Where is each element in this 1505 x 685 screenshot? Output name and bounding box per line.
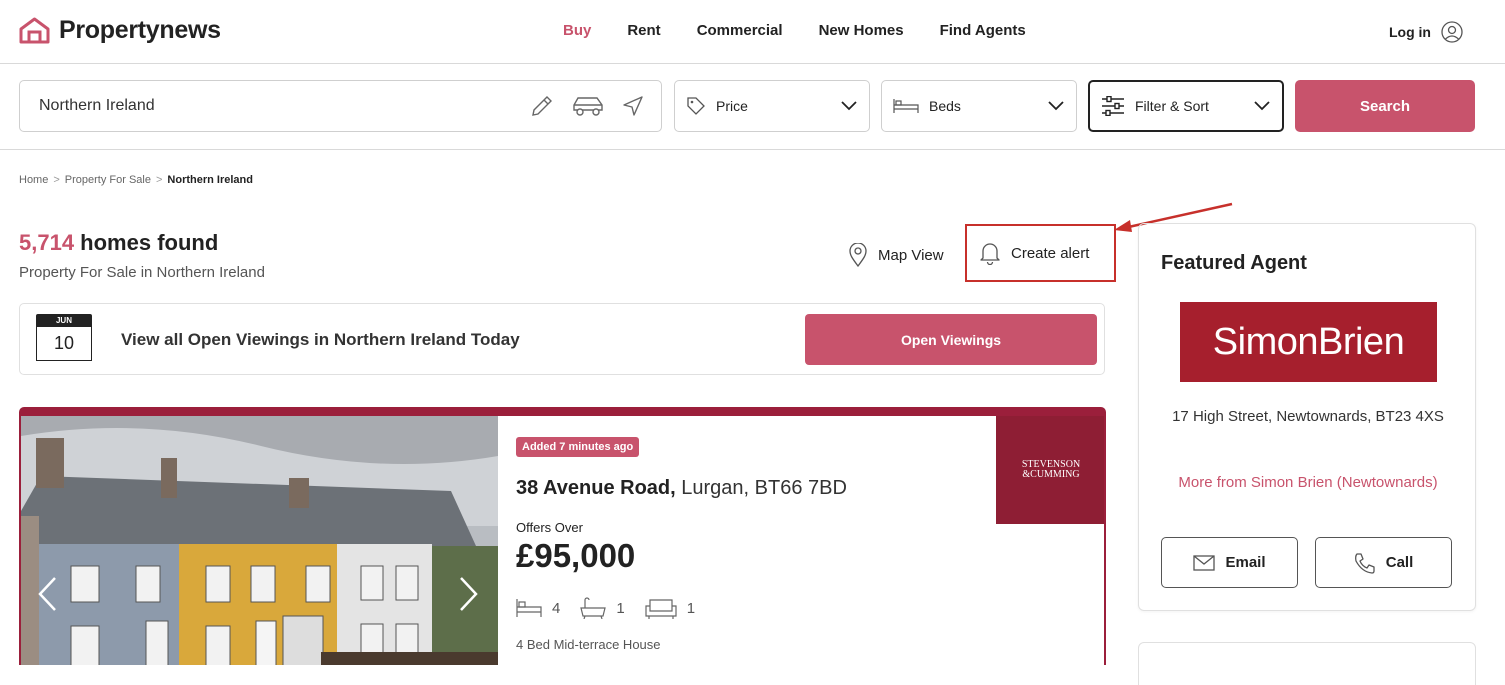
stevenson-cumming-logo[interactable]: STEVENSON &CUMMING [996,416,1104,524]
baths-count: 1 [616,599,625,617]
create-alert-button[interactable]: Create alert [965,224,1116,282]
results-count-suffix: homes found [74,230,219,255]
bed-icon [516,599,542,617]
beds-label: Beds [929,98,961,114]
previous-photo-icon[interactable] [37,576,57,612]
featured-agent-heading: Featured Agent [1161,252,1307,274]
price-label: Price [716,98,748,114]
open-viewings-text: View all Open Viewings in Northern Irela… [121,330,520,349]
email-label: Email [1225,554,1266,571]
property-photo[interactable] [21,416,498,665]
address-town: Lurgan, BT66 7BD [675,477,847,499]
property-price: £95,000 [516,537,636,574]
bath-icon [580,597,607,619]
breadcrumb-home[interactable]: Home [19,174,48,186]
results-header: 5,714 homes found Property For Sale in N… [19,230,265,281]
location-value: Northern Ireland [39,97,155,114]
receptions-feature: 1 [645,597,695,619]
search-button[interactable]: Search [1295,80,1475,132]
agent-logo-line2: &CUMMING [1022,469,1080,480]
search-bar: Northern Ireland Price Beds Filter & Sor… [0,64,1505,150]
open-viewings-button[interactable]: Open Viewings [805,314,1097,365]
nav-new-homes[interactable]: New Homes [819,22,904,39]
filter-sort-dropdown[interactable]: Filter & Sort [1088,80,1284,132]
map-view-label: Map View [878,246,944,264]
results-subtitle: Property For Sale in Northern Ireland [19,264,265,281]
nav-buy[interactable]: Buy [563,22,591,39]
beds-feature: 4 [516,598,560,618]
chevron-down-icon [1254,101,1270,111]
site-logo[interactable]: Propertynews [19,16,221,45]
breadcrumb: Home > Property For Sale > Northern Irel… [19,174,253,186]
breadcrumb-property-for-sale[interactable]: Property For Sale [65,174,151,186]
simon-brien-logo[interactable]: SimonBrien [1180,302,1437,382]
featured-agent-panel: Featured Agent SimonBrien 17 High Street… [1138,223,1476,611]
envelope-icon [1193,554,1216,571]
user-icon [1441,21,1463,43]
sliders-icon [1102,96,1124,116]
breadcrumb-current: Northern Ireland [167,174,253,186]
calendar-icon: JUN 10 [36,314,92,364]
chevron-down-icon [1048,101,1064,111]
phone-icon [1354,552,1375,574]
beds-count: 4 [552,599,561,617]
login-button[interactable]: Log in [1389,21,1463,43]
added-badge: Added 7 minutes ago [516,437,640,457]
price-qualifier: Offers Over [516,520,583,535]
nav-rent[interactable]: Rent [627,22,660,39]
bell-icon [980,243,1000,265]
results-count: 5,714 homes found [19,230,265,256]
breadcrumb-separator-icon: > [155,174,163,186]
nav-commercial[interactable]: Commercial [697,22,783,39]
beds-dropdown[interactable]: Beds [881,80,1077,132]
baths-feature: 1 [580,597,625,619]
secondary-panel [1138,642,1476,685]
price-tag-icon [687,97,705,115]
chevron-down-icon [841,101,857,111]
terraced-houses-image [21,416,498,665]
house-logo-icon [19,17,50,44]
results-count-number: 5,714 [19,230,75,255]
logo-text: Propertynews [59,16,221,44]
calendar-day: 10 [36,327,92,361]
bed-icon [893,99,919,113]
map-view-button[interactable]: Map View [848,243,944,267]
property-card[interactable]: Added 7 minutes ago 38 Avenue Road, Lurg… [19,407,1106,665]
location-arrow-icon[interactable] [621,94,645,118]
site-header: Propertynews Buy Rent Commercial New Hom… [0,0,1505,64]
create-alert-label: Create alert [1011,244,1090,262]
map-pin-icon [849,243,867,267]
more-from-agent-link[interactable]: More from Simon Brien (Newtownards) [1169,470,1447,495]
open-viewings-banner: JUN 10 View all Open Viewings in Norther… [19,303,1105,375]
agent-address: 17 High Street, Newtownards, BT23 4XS [1172,408,1444,425]
price-dropdown[interactable]: Price [674,80,870,132]
next-photo-icon[interactable] [459,576,479,612]
filter-sort-label: Filter & Sort [1135,98,1209,114]
call-label: Call [1385,554,1414,571]
location-input[interactable]: Northern Ireland [19,80,662,132]
car-icon[interactable] [571,94,605,118]
email-agent-button[interactable]: Email [1161,537,1298,588]
main-nav: Buy Rent Commercial New Homes Find Agent… [563,22,1062,39]
nav-find-agents[interactable]: Find Agents [940,22,1026,39]
pencil-icon[interactable] [529,93,555,119]
address-street: 38 Avenue Road, [516,477,676,499]
call-agent-button[interactable]: Call [1315,537,1452,588]
login-label: Log in [1389,24,1431,40]
receptions-count: 1 [686,599,696,617]
sofa-icon [645,599,677,619]
breadcrumb-separator-icon: > [53,174,60,186]
property-features: 4 1 1 [516,597,715,619]
property-type: 4 Bed Mid-terrace House [516,637,661,652]
calendar-month: JUN [36,314,92,327]
property-address[interactable]: 38 Avenue Road, Lurgan, BT66 7BD [516,477,847,500]
